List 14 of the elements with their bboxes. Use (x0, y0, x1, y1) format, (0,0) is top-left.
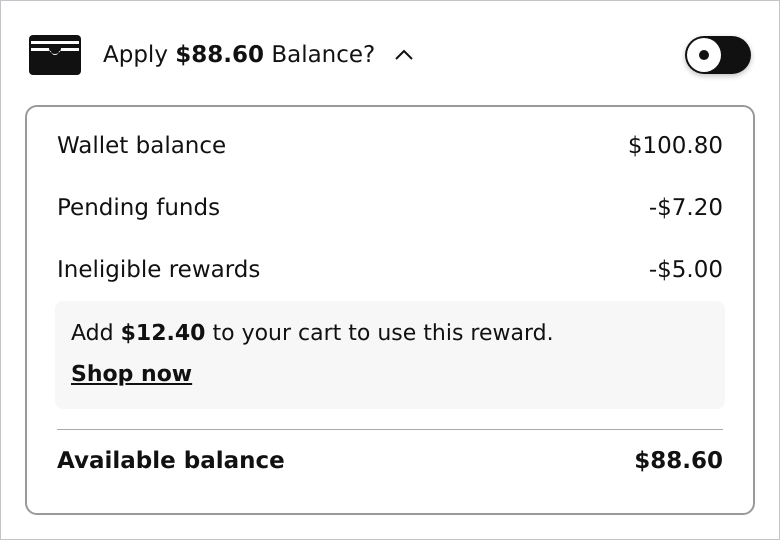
total-label: Available balance (57, 448, 285, 474)
total-value: $88.60 (634, 448, 723, 474)
notice-text: Add $12.40 to your cart to use this reward. (71, 321, 555, 346)
row-value: -$7.20 (648, 195, 723, 221)
balance-toggle[interactable] (685, 36, 751, 74)
shop-now-link[interactable]: Shop now (71, 362, 192, 387)
apply-balance-title: Apply $88.60 Balance? (103, 42, 376, 68)
row-value: $100.80 (628, 133, 723, 159)
row-label: Pending funds (57, 195, 220, 221)
chevron-icon[interactable] (393, 48, 416, 62)
row-label: Wallet balance (57, 133, 226, 159)
wallet-icon (29, 35, 81, 75)
row-value: -$5.00 (648, 257, 723, 283)
row-label: Ineligible rewards (57, 257, 260, 283)
